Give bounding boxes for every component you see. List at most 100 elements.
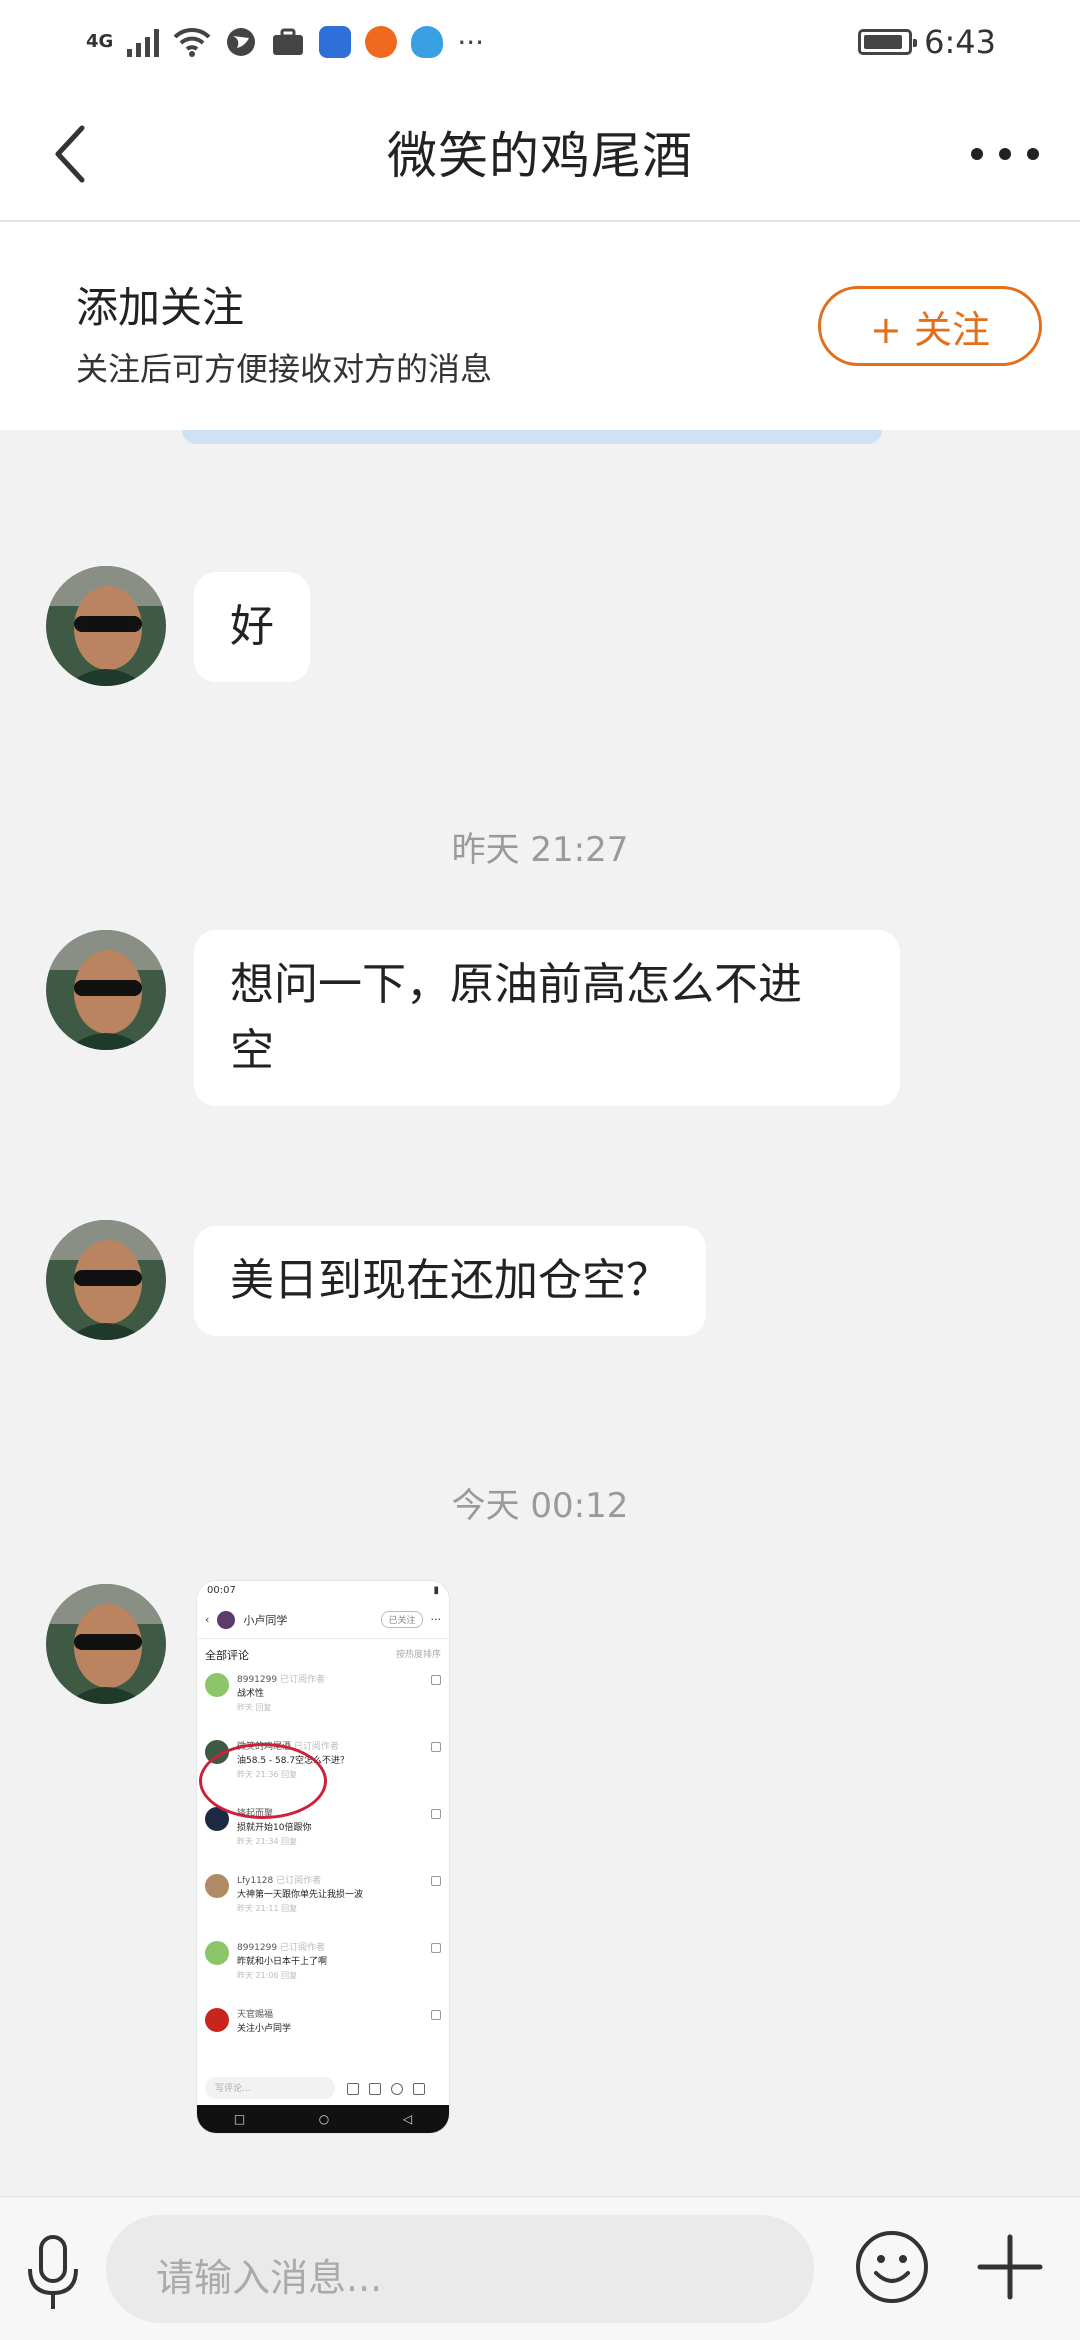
comment-badge: 已订阅作者 xyxy=(279,1943,325,1953)
clock: 6:43 xyxy=(924,23,996,61)
nav-circle-icon: ○ xyxy=(318,2112,330,2126)
comment-text: 大神第一天跟你单先让我损一波 xyxy=(237,1890,364,1900)
signal-icon xyxy=(127,27,160,57)
briefcase-icon xyxy=(273,28,304,55)
like-icon xyxy=(431,1675,441,1685)
like-icon xyxy=(431,2010,441,2020)
message-text-line: 空 xyxy=(230,1025,274,1076)
comment-name: Lfy1128 xyxy=(237,1876,274,1886)
screenshot-sort: 按热度排序 xyxy=(395,1650,441,1660)
chat-header: 微笑的鸡尾酒 xyxy=(0,84,1080,222)
share-icon xyxy=(413,2083,425,2095)
previous-card-edge xyxy=(182,430,882,444)
more-notifications-icon: ··· xyxy=(457,25,485,59)
highlight-circle xyxy=(199,1743,327,1819)
comment-name: 天官赐福 xyxy=(237,2010,274,2020)
screenshot-account: 小卢同学 xyxy=(243,1613,288,1627)
avatar[interactable] xyxy=(46,930,166,1050)
message-bubble[interactable]: 美日到现在还加仓空？ xyxy=(194,1226,706,1336)
emoji-icon[interactable] xyxy=(854,2229,930,2305)
screenshot-section: 全部评论 按热度排序 xyxy=(197,1639,449,1667)
message-text: 好 xyxy=(230,601,274,652)
back-arrow-icon xyxy=(55,125,85,183)
input-bar: 请输入消息... xyxy=(0,2196,1080,2340)
comment-meta: 昨天 回复 xyxy=(237,1703,272,1712)
thumb-icon xyxy=(369,2083,381,2095)
screenshot-comment: Lfy1128 已订阅作者大神第一天跟你单先让我损一波 昨天 21:11 回复 xyxy=(197,1868,449,1935)
comment-text: 昨就和小日本干上了啊 xyxy=(237,1957,328,1967)
screenshot-section-title: 全部评论 xyxy=(205,1649,249,1662)
screenshot-battery-icon: ▮ xyxy=(433,1585,439,1596)
chat-title: 微笑的鸡尾酒 xyxy=(387,127,693,185)
comment-name: 8991299 xyxy=(237,1943,278,1953)
battery-icon xyxy=(858,29,918,55)
screenshot-followed-badge: 已关注 xyxy=(381,1611,423,1628)
like-icon xyxy=(431,1943,441,1953)
more-dot-icon xyxy=(1027,148,1039,160)
follow-banner: 添加关注 关注后可方便接收对方的消息 + 关注 xyxy=(0,222,1080,430)
app-q-icon xyxy=(319,26,352,58)
follow-title: 添加关注 xyxy=(76,283,245,332)
message-bubble[interactable]: 想问一下，原油前高怎么不进 空 xyxy=(194,930,900,1106)
screenshot-time: 00:07 xyxy=(207,1585,236,1596)
more-options-button[interactable] xyxy=(960,124,1050,184)
screenshot-avatar xyxy=(217,1610,236,1629)
plus-icon[interactable] xyxy=(974,2231,1046,2303)
screenshot-comment: 8991299 已订阅作者昨就和小日本干上了啊 昨天 21:06 回复 xyxy=(197,1935,449,2002)
screenshot-comment: 天官赐福关注小卢同学 xyxy=(197,2002,449,2042)
more-dot-icon xyxy=(971,148,983,160)
nav-back-icon: ◁ xyxy=(402,2112,413,2126)
status-icons: 4G ··· xyxy=(86,26,858,59)
message-input[interactable]: 请输入消息... xyxy=(106,2215,814,2323)
timestamp: 今天 00:12 xyxy=(451,1486,629,1526)
comment-text: 战术性 xyxy=(237,1689,265,1699)
star-icon xyxy=(391,2083,403,2095)
screenshot-comment-avatar xyxy=(205,1941,229,1965)
nav-square-icon: □ xyxy=(233,2112,246,2126)
comment-meta: 昨天 21:11 回复 xyxy=(237,1904,298,1913)
comment-badge: 已订阅作者 xyxy=(276,1876,322,1886)
follow-button[interactable]: + 关注 xyxy=(818,286,1042,366)
screenshot-back-icon: ‹ xyxy=(205,1613,210,1626)
screenshot-comment-avatar xyxy=(205,1874,229,1898)
microphone-icon[interactable] xyxy=(22,2233,84,2313)
avatar-image xyxy=(46,930,166,1050)
message-text-line: 想问一下，原油前高怎么不进 xyxy=(230,959,802,1010)
avatar[interactable] xyxy=(46,566,166,686)
screenshot-more-icon: ··· xyxy=(430,1613,442,1626)
screenshot-comment-avatar xyxy=(205,2008,229,2032)
timestamp: 昨天 21:27 xyxy=(451,830,629,870)
globe-icon xyxy=(227,28,256,56)
screenshot-comment: 8991299 已订阅作者 战术性 昨天 回复 xyxy=(197,1667,449,1734)
message-bubble[interactable]: 好 xyxy=(194,572,310,682)
back-button[interactable] xyxy=(30,114,110,194)
network-type: 4G xyxy=(86,31,114,52)
message-text: 美日到现在还加仓空？ xyxy=(230,1255,670,1306)
like-icon xyxy=(431,1876,441,1886)
comment-meta: 昨天 21:34 回复 xyxy=(237,1837,298,1846)
avatar-image xyxy=(46,1584,166,1704)
more-dot-icon xyxy=(999,148,1011,160)
like-icon xyxy=(431,1809,441,1819)
avatar-image xyxy=(46,1220,166,1340)
screenshot-status-bar: 00:07 ▮ xyxy=(197,1581,449,1601)
screenshot-header: ‹ 小卢同学 已关注 ··· xyxy=(197,1601,449,1639)
avatar[interactable] xyxy=(46,1584,166,1704)
image-message[interactable]: 00:07 ▮ ‹ 小卢同学 已关注 ··· 全部评论 按热度排序 899129… xyxy=(196,1580,450,2134)
comment-text: 关注小卢同学 xyxy=(237,2024,292,2034)
status-bar: 4G ··· 6:43 xyxy=(0,0,1080,84)
comment-meta: 昨天 21:06 回复 xyxy=(237,1971,298,1980)
wifi-icon xyxy=(173,27,211,57)
like-icon xyxy=(431,1742,441,1752)
avatar-image xyxy=(46,566,166,686)
comment-count-icon xyxy=(347,2083,359,2095)
screenshot-nav-bar: □ ○ ◁ xyxy=(197,2105,449,2133)
follow-subtitle: 关注后可方便接收对方的消息 xyxy=(76,350,493,388)
app-heart-icon xyxy=(411,26,444,58)
comment-text: 损就开始10倍跟你 xyxy=(237,1823,312,1833)
screenshot-comment-avatar xyxy=(205,1673,229,1697)
app-f-icon xyxy=(365,26,398,58)
comment-badge: 已订阅作者 xyxy=(279,1675,325,1685)
avatar[interactable] xyxy=(46,1220,166,1340)
status-right: 6:43 xyxy=(858,23,996,61)
